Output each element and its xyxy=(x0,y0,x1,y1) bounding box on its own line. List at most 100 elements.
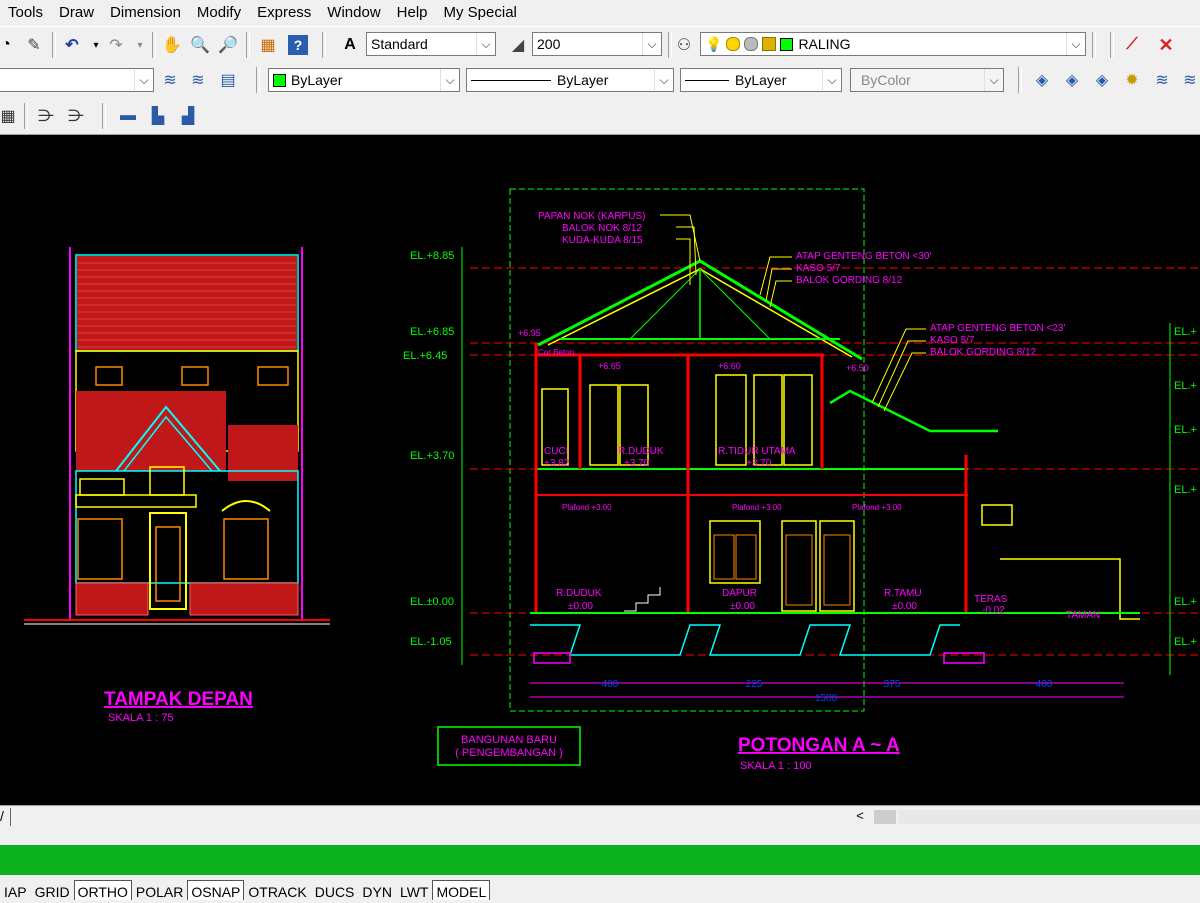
svg-text:+6.50: +6.50 xyxy=(846,363,869,373)
tool-palettes-icon[interactable]: ▦ xyxy=(256,33,280,57)
zoom-window-icon[interactable]: 🔎 xyxy=(216,33,240,57)
svg-text:225: 225 xyxy=(746,679,763,690)
open-icon[interactable]: ◔ xyxy=(0,33,18,57)
layer-name: RALING xyxy=(798,36,851,52)
toolbar-separator xyxy=(52,32,56,58)
cor-beton-label: Cor Beton xyxy=(538,348,574,357)
layer-state-icon[interactable]: ▤ xyxy=(216,68,240,92)
express-tool-6-icon[interactable]: ▟ xyxy=(176,104,200,128)
layer-tool-5-icon[interactable]: ≋ xyxy=(1150,68,1174,92)
status-grid[interactable]: GRID xyxy=(31,880,74,900)
color-value: ByLayer xyxy=(291,72,343,88)
svg-text:R.DUDUK: R.DUDUK xyxy=(556,588,602,599)
redo-dropdown-icon[interactable]: ▾ xyxy=(128,33,152,57)
express-tool-2-icon[interactable]: ⋺ xyxy=(34,104,58,128)
lineweight-preview xyxy=(685,79,729,81)
line-icon[interactable]: ⟋ xyxy=(1120,33,1144,57)
svg-text:+6.95: +6.95 xyxy=(518,328,541,338)
layer-lock-icon xyxy=(762,37,777,51)
layer-freeze-icon xyxy=(726,37,741,51)
plotstyle-value: ByColor xyxy=(861,72,911,88)
menu-draw[interactable]: Draw xyxy=(51,0,102,26)
layer-tool-1-icon[interactable]: ◈ xyxy=(1030,68,1054,92)
menu-window[interactable]: Window xyxy=(319,0,388,26)
layer-tool-2-icon[interactable]: ◈ xyxy=(1060,68,1084,92)
lineweight-dropdown[interactable]: ByLayer ⌵ xyxy=(680,68,842,92)
horizontal-scrollbar-thumb[interactable] xyxy=(874,810,896,824)
status-lwt[interactable]: LWT xyxy=(396,880,433,900)
horizontal-scrollbar-track[interactable] xyxy=(898,810,1200,824)
status-ortho[interactable]: ORTHO xyxy=(73,880,132,900)
color-swatch xyxy=(273,73,286,87)
svg-text:KASO 5/7: KASO 5/7 xyxy=(796,263,841,274)
command-line-area[interactable] xyxy=(0,829,1200,845)
layer-previous-icon[interactable]: ≋ xyxy=(186,68,210,92)
menu-express[interactable]: Express xyxy=(249,0,319,26)
zoom-realtime-icon[interactable]: 🔍 xyxy=(188,33,212,57)
menu-my-special[interactable]: My Special xyxy=(436,0,525,26)
left-elevation-labels: EL.+8.85 EL.+6.85 EL.+6.45 EL.+3.70 EL.±… xyxy=(403,250,454,648)
layer-tool-4-icon[interactable]: ✹ xyxy=(1120,68,1144,92)
status-snap[interactable]: IAP xyxy=(0,880,31,900)
svg-text:R.DUDUK: R.DUDUK xyxy=(618,446,664,457)
svg-text:BALOK GORDING 8/12: BALOK GORDING 8/12 xyxy=(796,275,903,286)
express-tool-3-icon[interactable]: ⋺ xyxy=(64,104,88,128)
dim-style-icon[interactable]: ◢ xyxy=(506,33,530,57)
help-icon[interactable]: ? xyxy=(288,35,308,55)
chevron-down-icon: ⌵ xyxy=(1066,33,1085,55)
svg-text:+3.82: +3.82 xyxy=(544,458,570,469)
toolbar-separator xyxy=(246,32,250,58)
express-tool-1-icon[interactable]: ▦ xyxy=(0,104,20,128)
menu-tools[interactable]: Tools xyxy=(0,0,51,26)
linetype-preview xyxy=(471,79,551,81)
menu-dimension[interactable]: Dimension xyxy=(102,0,189,26)
svg-text:EL.+: EL.+ xyxy=(1174,424,1197,436)
status-otrack[interactable]: OTRACK xyxy=(244,880,310,900)
right-elevation-labels: EL.+ EL.+ EL.+ EL.+ EL.+ EL.+ xyxy=(1174,326,1197,648)
front-lower-roof-left xyxy=(76,391,226,471)
toolbar-separator xyxy=(1110,32,1114,58)
workspace-dropdown[interactable]: ⌵ xyxy=(0,68,154,92)
chevron-down-icon: ⌵ xyxy=(134,69,153,91)
svg-text:EL.+6.85: EL.+6.85 xyxy=(410,326,454,338)
svg-text:-0.02: -0.02 xyxy=(982,605,1005,616)
express-tool-4-icon[interactable]: ▬ xyxy=(116,104,140,128)
status-osnap[interactable]: OSNAP xyxy=(187,880,245,900)
svg-text:Plafond +3.00: Plafond +3.00 xyxy=(852,503,902,512)
undo-icon[interactable]: ↶ xyxy=(60,33,84,57)
footing-left xyxy=(533,652,571,664)
ucs-tab[interactable]: / xyxy=(0,808,11,826)
drawing-canvas[interactable]: TAMPAK DEPAN SKALA 1 : 75 BANGUNAN BARU … xyxy=(0,135,1200,805)
status-ducs[interactable]: DUCS xyxy=(311,880,359,900)
layer-tool-3-icon[interactable]: ◈ xyxy=(1090,68,1114,92)
svg-text:DAPUR: DAPUR xyxy=(722,588,757,599)
color-dropdown[interactable]: ByLayer ⌵ xyxy=(268,68,460,92)
express-tool-5-icon[interactable]: ▙ xyxy=(146,104,170,128)
make-current-layer-icon[interactable]: ≋ xyxy=(158,68,182,92)
status-polar[interactable]: POLAR xyxy=(132,880,187,900)
text-style-icon[interactable]: A xyxy=(338,33,362,57)
front-window-right xyxy=(223,518,269,580)
pan-icon[interactable]: ✋ xyxy=(160,33,184,57)
svg-text:1500: 1500 xyxy=(815,693,838,704)
dim-style-dropdown[interactable]: 200 ⌵ xyxy=(532,32,662,56)
text-style-dropdown[interactable]: Standard ⌵ xyxy=(366,32,496,56)
layer-properties-icon[interactable]: ⚇ xyxy=(672,33,696,57)
front-upper-roof-tiles xyxy=(77,256,297,350)
layer-tool-6-icon[interactable]: ≋ xyxy=(1178,68,1200,92)
plotstyle-dropdown[interactable]: ByColor ⌵ xyxy=(850,68,1004,92)
menu-modify[interactable]: Modify xyxy=(189,0,249,26)
linetype-dropdown[interactable]: ByLayer ⌵ xyxy=(466,68,674,92)
matchprop-brush-icon[interactable]: ✎ xyxy=(22,33,46,57)
status-model[interactable]: MODEL xyxy=(432,880,491,900)
progress-bar xyxy=(0,845,1200,875)
status-dyn[interactable]: DYN xyxy=(358,880,396,900)
horizontal-scrollbar-left-arrow[interactable]: < xyxy=(850,808,870,826)
layer-dropdown[interactable]: 💡 RALING ⌵ xyxy=(700,32,1086,56)
toolbar-separator xyxy=(24,103,28,129)
lower-roof xyxy=(829,389,998,433)
menu-help[interactable]: Help xyxy=(389,0,436,26)
scroll-row: / < xyxy=(0,805,1200,830)
erase-icon[interactable]: ✕ xyxy=(1154,33,1178,57)
redo-icon[interactable]: ↷ xyxy=(104,33,128,57)
